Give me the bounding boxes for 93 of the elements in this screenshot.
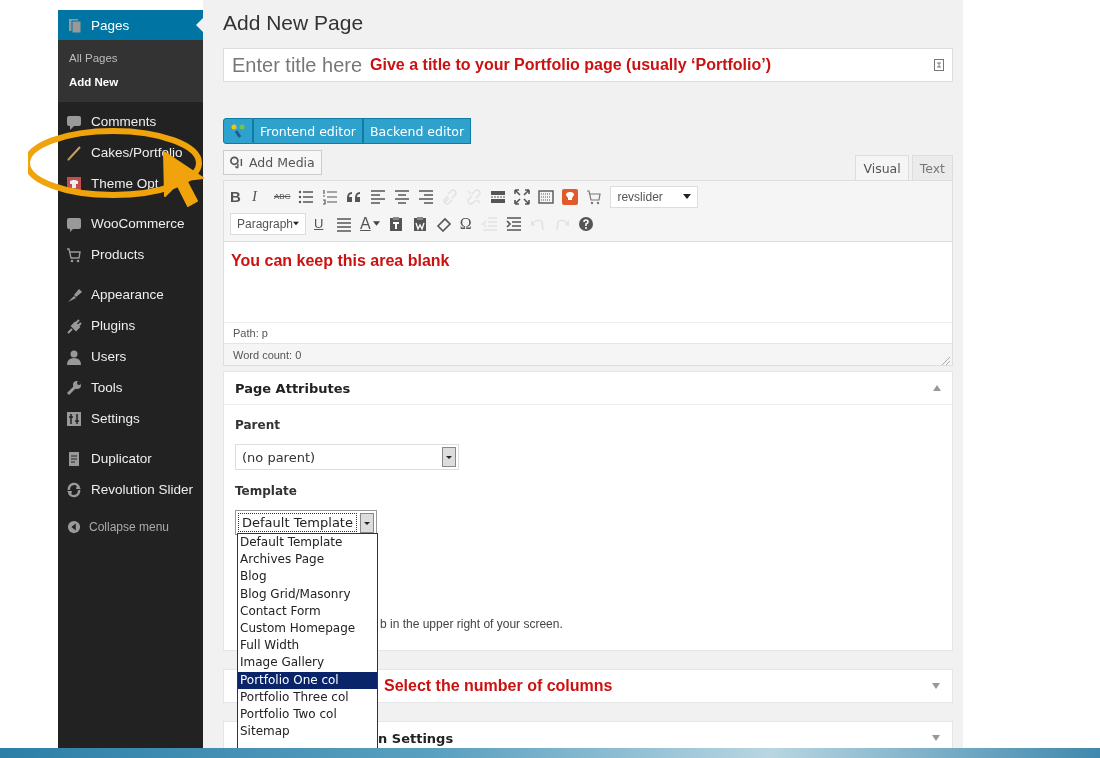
panel-title: Page Attributes xyxy=(235,380,351,396)
editor-tab[interactable]: Text xyxy=(911,155,953,180)
title-placeholder: Enter title here xyxy=(232,53,363,77)
help-text: b in the upper right of your screen. xyxy=(380,617,564,631)
template-option[interactable]: Full Width xyxy=(238,637,377,655)
cart-icon[interactable] xyxy=(586,188,603,205)
menu-item[interactable]: Products xyxy=(58,239,203,270)
annotation-text: Give a title to your Portfolio page (usually ‘Portfolio’) xyxy=(370,56,771,74)
keyboard-icon[interactable] xyxy=(538,188,555,205)
template-option[interactable]: Archives Page xyxy=(238,551,377,569)
resize-handle-icon[interactable] xyxy=(940,355,950,365)
format-select[interactable]: Paragraph xyxy=(230,212,306,235)
paste-text-icon[interactable] xyxy=(387,215,404,232)
align-center-icon[interactable] xyxy=(394,188,411,205)
title-field[interactable]: Enter title here Give a title to your Portfolio page (usually ‘Portfolio’) xyxy=(223,48,953,82)
add-media-button[interactable]: Add Media xyxy=(223,150,322,175)
menu-item[interactable]: Pages xyxy=(58,10,203,40)
chef-hat-icon[interactable] xyxy=(562,188,579,205)
menu-item[interactable]: Comments xyxy=(58,106,203,137)
numbered-list-icon[interactable] xyxy=(322,188,339,205)
help-icon[interactable] xyxy=(577,215,594,232)
indent-icon[interactable] xyxy=(505,215,522,232)
template-option[interactable]: Blog Grid/Masonry xyxy=(238,585,377,603)
panel-title: n Settings xyxy=(378,730,454,746)
align-left-icon[interactable] xyxy=(370,188,387,205)
bulleted-list-icon[interactable] xyxy=(298,188,315,205)
expand-toggle-icon[interactable] xyxy=(932,735,940,741)
menu-item[interactable]: Tools xyxy=(58,372,203,403)
template-option[interactable]: Sitemap xyxy=(238,723,377,741)
paste-word-icon[interactable] xyxy=(411,215,428,232)
menu-item[interactable]: Users xyxy=(58,341,203,372)
plug-icon xyxy=(66,317,82,334)
template-option[interactable]: Image Gallery xyxy=(238,654,377,672)
template-option[interactable]: Portfolio One col xyxy=(238,671,377,689)
page-heading: Add New Page xyxy=(223,10,365,36)
fullscreen-icon[interactable] xyxy=(514,188,531,205)
pages-icon xyxy=(66,17,82,33)
special-character-button[interactable]: Ω xyxy=(459,214,474,233)
media-icon xyxy=(230,156,244,169)
template-option[interactable]: Blog xyxy=(238,568,377,586)
field-label: Parent xyxy=(235,418,281,432)
refresh-icon xyxy=(66,481,82,498)
collapse-icon xyxy=(67,520,81,534)
comment-icon xyxy=(66,113,82,130)
menu-item[interactable]: Appearance xyxy=(58,279,203,310)
format-select[interactable]: revslider xyxy=(610,185,699,208)
menu-item[interactable]: WooCommerce xyxy=(58,208,203,239)
align-right-icon[interactable] xyxy=(418,188,435,205)
annotation-text: Select the number of columns xyxy=(384,677,613,695)
shirt-icon xyxy=(66,175,82,192)
menu-item[interactable]: Theme Opt xyxy=(58,168,203,199)
strikethrough-button[interactable]: ABC xyxy=(274,192,291,201)
parent-select[interactable]: (no parent) xyxy=(235,444,459,470)
eraser-icon[interactable] xyxy=(435,215,452,232)
caret-icon xyxy=(372,221,380,226)
template-option[interactable]: Contact Form xyxy=(238,602,377,620)
expand-toggle-icon[interactable] xyxy=(932,683,940,689)
user-icon xyxy=(66,348,82,365)
template-option[interactable]: Portfolio Three col xyxy=(238,688,377,707)
caret-icon xyxy=(293,221,299,226)
submenu-item[interactable]: All Pages xyxy=(58,46,203,70)
document-icon xyxy=(66,450,82,467)
caret-icon xyxy=(683,194,692,199)
template-option[interactable]: Default Template xyxy=(238,534,377,552)
justify-icon[interactable] xyxy=(336,215,352,232)
template-option[interactable]: Custom Homepage xyxy=(238,620,377,638)
editor-tab[interactable]: Visual xyxy=(855,155,909,180)
menu-item[interactable]: Settings xyxy=(58,403,203,434)
field-label: Template xyxy=(235,484,298,498)
field-icon xyxy=(934,59,944,71)
wrench-icon xyxy=(66,379,82,396)
editor-content: You can keep this area blank xyxy=(231,252,450,269)
text-color-button[interactable]: A xyxy=(360,214,380,233)
composer-logo-icon xyxy=(230,123,246,139)
path-text: Path: p xyxy=(233,327,268,339)
menu-item[interactable]: Revolution Slider xyxy=(58,474,203,505)
italic-button[interactable]: I xyxy=(252,188,266,205)
bubble-icon xyxy=(66,215,82,232)
menu-item[interactable]: Duplicator xyxy=(58,443,203,474)
collapse-menu-button[interactable]: Collapse menu xyxy=(58,514,203,540)
menu-item[interactable]: Cakes/Portfolio xyxy=(58,137,203,168)
word-count: Word count: 0 xyxy=(233,348,302,361)
menu-item[interactable]: Plugins xyxy=(58,310,203,341)
sliders-icon xyxy=(66,410,82,427)
submenu-item[interactable]: Add New xyxy=(58,70,203,94)
collapse-toggle-icon[interactable] xyxy=(933,385,941,391)
underline-button[interactable]: U xyxy=(314,216,328,231)
cart-icon xyxy=(66,246,82,263)
template-option[interactable]: Portfolio Two col xyxy=(238,706,377,724)
read-more-icon[interactable] xyxy=(490,188,507,205)
composer-logo-button[interactable] xyxy=(223,118,253,144)
brush-icon xyxy=(66,144,82,161)
bold-button[interactable]: B xyxy=(230,188,244,205)
